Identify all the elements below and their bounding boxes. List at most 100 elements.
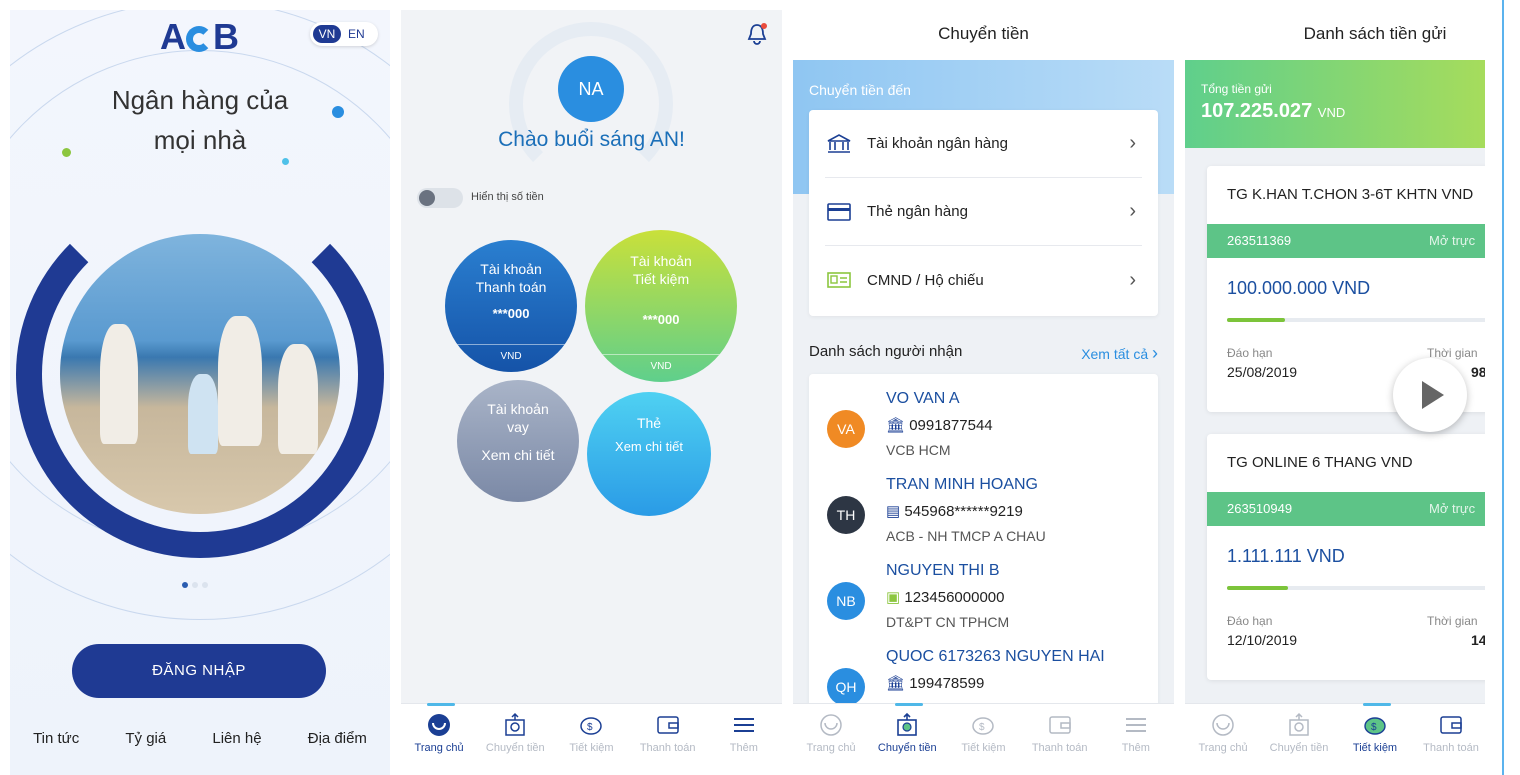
piggy-bank-icon: $ — [580, 717, 603, 735]
bank-icon — [827, 133, 851, 153]
nav-home[interactable]: Trang chủ — [1185, 712, 1261, 754]
photo-person — [278, 344, 318, 454]
transfer-icon — [505, 712, 526, 736]
nav-label: Tiết kiệm — [569, 742, 614, 754]
deposit-progress — [1227, 586, 1485, 590]
nav-label: Chuyển tiền — [877, 742, 937, 754]
option-bank-card[interactable]: Thẻ ngân hàng › — [825, 178, 1142, 246]
payment-account-bubble[interactable]: Tài khoản Thanh toán ***000 VND — [445, 240, 577, 372]
recipient-item[interactable]: NB NGUYEN THI B ▣ 123456000000 DT&PT CN … — [809, 560, 1158, 646]
acb-logo: AB — [160, 16, 239, 57]
recipient-item[interactable]: TH TRAN MINH HOANG ▤ 545968******9219 AC… — [809, 474, 1158, 560]
recipient-name: VO VAN A — [886, 390, 960, 407]
page-title: Danh sách tiền gửi — [1185, 10, 1485, 60]
account-number: 545968******9219 — [904, 503, 1023, 520]
recipient-account: 🏛 0991877544 — [886, 416, 993, 434]
toggle-label: Hiển thị số tiền — [471, 191, 544, 203]
nav-transfer[interactable]: Chuyển tiền — [1261, 712, 1337, 754]
avatar: TH — [827, 496, 865, 534]
piggy-bank-icon: $ — [972, 717, 995, 735]
see-all-label: Xem tất cả — [1081, 346, 1149, 362]
slogan: Ngân hàng của mọi nhà — [70, 80, 330, 160]
option-bank-account[interactable]: Tài khoản ngân hàng › — [825, 110, 1142, 178]
avatar[interactable]: NA — [558, 56, 624, 122]
nav-payment[interactable]: Thanh toán — [1022, 712, 1098, 754]
chevron-right-icon: › — [1129, 200, 1136, 222]
nav-more[interactable]: Thêm — [1098, 712, 1174, 754]
id-card-icon: ▣ — [886, 589, 901, 606]
play-button[interactable] — [1393, 358, 1467, 432]
bell-icon[interactable] — [746, 22, 768, 46]
saving-title-1: Tài khoản — [630, 253, 692, 269]
nav-saving[interactable]: $ Tiết kiệm — [553, 712, 629, 754]
link-news[interactable]: Tin tức — [33, 730, 79, 747]
deposit-status: Mở trực — [1429, 233, 1476, 248]
see-all-link[interactable]: Xem tất cả › — [1081, 343, 1158, 364]
bottom-nav: Trang chủ Chuyển tiền $ Tiết kiệm Thanh … — [793, 703, 1174, 775]
nav-saving[interactable]: $ Tiết kiệm — [945, 712, 1021, 754]
photo-person — [218, 316, 262, 446]
login-button[interactable]: ĐĂNG NHẬP — [72, 644, 326, 698]
id-card-icon — [827, 272, 851, 288]
total-label: Tổng tiền gửi — [1201, 82, 1272, 96]
nav-label: Trang chủ — [806, 742, 856, 754]
greeting: Chào buổi sáng AN! — [498, 128, 685, 151]
link-locations[interactable]: Địa điểm — [308, 730, 367, 747]
nav-payment[interactable]: Thanh toán — [630, 712, 706, 754]
nav-more[interactable]: Thêm — [706, 712, 782, 754]
total-amount: 107.225.027 VND — [1201, 100, 1345, 123]
nav-label: Thanh toán — [1031, 742, 1088, 754]
nav-label: Chuyển tiền — [485, 742, 545, 754]
recipient-bank: ACB - NH TMCP A CHAU — [886, 528, 1046, 544]
recipient-name: QUOC 6173263 NGUYEN HAI — [886, 648, 1105, 665]
nav-home[interactable]: Trang chủ — [401, 703, 477, 754]
option-label: Thẻ ngân hàng — [867, 203, 968, 220]
deposit-card[interactable]: TG ONLINE 6 THANG VND 263510949 Mở trực 1… — [1207, 434, 1485, 680]
chevron-right-icon: › — [1129, 268, 1136, 291]
card-bubble[interactable]: Thẻ Xem chi tiết — [587, 392, 711, 516]
recipient-name: NGUYEN THI B — [886, 562, 1000, 579]
deposit-name: TG ONLINE 6 THANG VND — [1227, 454, 1413, 471]
deposit-name: TG K.HAN T.CHON 3-6T KHTN VND — [1227, 186, 1474, 203]
slogan-line-2: mọi nhà — [153, 125, 247, 155]
nav-transfer[interactable]: Chuyển tiền — [477, 712, 553, 754]
saving-account-bubble[interactable]: Tài khoản Tiết kiệm ***000 VND — [585, 230, 737, 382]
deposit-amount: 100.000.000 VND — [1227, 278, 1371, 298]
nav-transfer[interactable]: Chuyển tiền — [869, 703, 945, 754]
show-balance-toggle[interactable] — [417, 188, 463, 208]
term-value: 98 — [1471, 364, 1485, 380]
lang-vn[interactable]: VN — [313, 25, 341, 43]
chevron-right-icon: › — [1152, 343, 1158, 363]
home-icon — [1212, 714, 1234, 736]
loan-account-bubble[interactable]: Tài khoản vay Xem chi tiết — [457, 380, 579, 502]
screen-transfer: Chuyển tiền Chuyển tiền đến Tài khoản ng… — [793, 10, 1174, 775]
bottom-links: Tin tức Tỷ giá Liên hệ Địa điểm — [10, 730, 390, 747]
link-contact[interactable]: Liên hệ — [212, 730, 261, 747]
maturity-label: Đáo hạn — [1227, 614, 1273, 628]
link-rates[interactable]: Tỷ giá — [125, 730, 166, 747]
recipient-account: 🏛 199478599 — [886, 674, 984, 692]
total-unit: VND — [1317, 105, 1346, 120]
recipient-bank: VCB HCM — [886, 442, 951, 458]
maturity-date: 12/10/2019 — [1227, 632, 1298, 648]
maturity-date: 25/08/2019 — [1227, 364, 1298, 380]
deposit-progress — [1227, 318, 1485, 322]
right-edge-strip — [1502, 0, 1504, 775]
language-switch[interactable]: VN EN — [310, 22, 378, 46]
recipient-item[interactable]: VA VO VAN A 🏛 0991877544 VCB HCM — [809, 388, 1158, 474]
nav-home[interactable]: Trang chủ — [793, 712, 869, 754]
option-id-passport[interactable]: CMND / Hộ chiếu › — [825, 246, 1142, 314]
nav-label: Tiết kiệm — [1352, 742, 1398, 754]
recipient-account: ▣ 123456000000 — [886, 588, 1004, 606]
wallet-icon — [1440, 716, 1462, 734]
bank-icon: 🏛 — [886, 675, 906, 692]
lang-en[interactable]: EN — [348, 25, 365, 43]
option-label: Tài khoản ngân hàng — [867, 135, 1008, 152]
nav-saving[interactable]: $ Tiết kiệm — [1337, 703, 1413, 754]
deposit-number-bar: 263511369 Mở trực — [1207, 224, 1485, 258]
nav-label: Thanh toán — [639, 742, 696, 754]
nav-payment[interactable]: Thanh toán — [1413, 712, 1485, 754]
recipient-account: ▤ 545968******9219 — [886, 502, 1023, 520]
loan-detail: Xem chi tiết — [481, 447, 555, 463]
screen-home: NA Chào buổi sáng AN! Hiển thị số tiền T… — [401, 10, 782, 775]
